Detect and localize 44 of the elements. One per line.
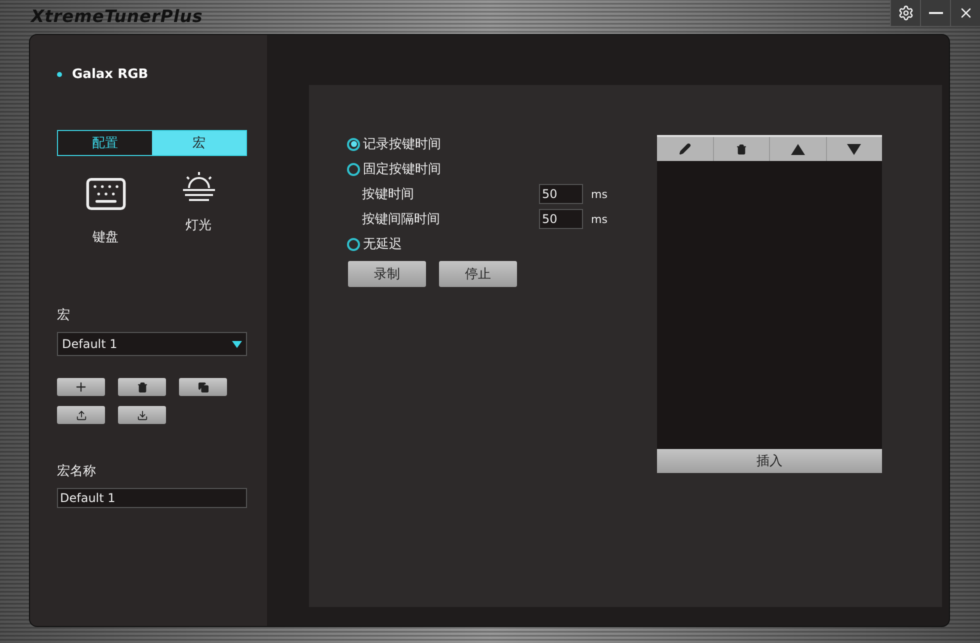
record-control-button[interactable]: 停止 — [439, 261, 517, 287]
sun-horizon-icon — [180, 172, 216, 204]
down-triangle-icon — [847, 144, 862, 154]
timing-radio[interactable]: 无延迟 — [347, 235, 608, 253]
pencil-icon — [678, 143, 691, 155]
plus-icon — [74, 380, 88, 394]
time-input-field[interactable]: 50 — [539, 184, 583, 204]
unit-label: ms — [591, 188, 608, 200]
timing-radio[interactable]: 记录按键时间 — [347, 135, 608, 153]
time-input-field[interactable]: 50 — [539, 209, 583, 229]
field-label: 按键时间 — [362, 186, 415, 203]
download-icon — [136, 410, 148, 420]
import-button[interactable] — [118, 406, 166, 424]
minimize-icon — [928, 12, 942, 14]
upload-icon — [76, 410, 86, 420]
timing-radio[interactable]: 固定按键时间 — [347, 160, 608, 178]
macro-label: 宏 — [57, 307, 71, 324]
unit-label: ms — [591, 212, 608, 226]
close-button[interactable] — [950, 0, 980, 26]
settings-button[interactable] — [890, 0, 920, 26]
category-button[interactable]: 键盘 — [84, 172, 128, 246]
delete-button[interactable] — [118, 378, 166, 396]
minimize-button[interactable] — [920, 0, 950, 26]
insert-button[interactable]: 插入 — [657, 449, 882, 473]
category-button[interactable]: 灯光 — [180, 172, 216, 246]
trash-icon — [736, 144, 747, 154]
mode-tab[interactable]: 宏 — [152, 131, 246, 155]
record-control-button[interactable]: 录制 — [348, 261, 426, 287]
dropdown-caret-icon — [232, 340, 242, 348]
device-name: Galax RGB — [72, 67, 148, 82]
mode-tab[interactable]: 配置 — [58, 131, 152, 155]
copy-icon — [198, 382, 208, 392]
field-label: 按键间隔时间 — [362, 211, 441, 228]
macro-name-label: 宏名称 — [57, 463, 97, 480]
macro-dropdown[interactable]: Default 1 — [57, 332, 247, 356]
window-title: XtremeTunerPlus — [31, 7, 203, 27]
trash-icon — [136, 382, 148, 392]
status-dot — [57, 72, 62, 77]
settings-icon — [898, 5, 914, 21]
copy-button[interactable] — [179, 378, 227, 396]
add-button[interactable] — [57, 378, 105, 396]
up-triangle-icon — [790, 144, 805, 154]
macro-name-field[interactable]: Default 1 — [57, 488, 247, 508]
export-button[interactable] — [57, 406, 105, 424]
